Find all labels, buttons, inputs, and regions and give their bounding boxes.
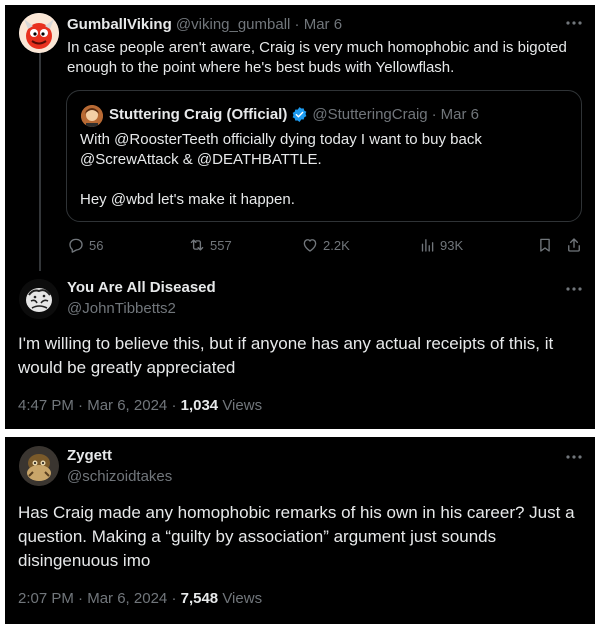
quoted-text: With @RoosterTeeth officially dying toda…	[80, 130, 575, 210]
share-icon	[568, 238, 580, 252]
views-button[interactable]: 93K	[418, 234, 463, 256]
reply-count: 56	[89, 237, 104, 253]
post2-views-count: 7,548	[180, 590, 219, 607]
post-text-line: I'm willing to believe this, but if anyo…	[18, 334, 554, 353]
quoted-avatar-image	[81, 105, 103, 127]
post2-views-label: Views	[222, 590, 263, 607]
post-meta-separator: ·	[78, 397, 84, 414]
post2-time[interactable]: 2:07 PM	[18, 590, 74, 607]
reply-author-name[interactable]: GumballViking	[67, 16, 172, 33]
post2-meta: 2:07 PM · Mar 6, 2024 · 7,548 Views	[18, 590, 262, 607]
quoted-text-spacer	[80, 170, 575, 190]
post-views-label: Views	[222, 397, 263, 414]
like-icon	[303, 239, 317, 252]
quoted-text-line: Hey @wbd let's make it happen.	[80, 191, 295, 208]
post2-text-line: Has Craig made any homophobic remarks of…	[18, 503, 575, 522]
bookmark-button[interactable]	[536, 234, 554, 256]
quoted-author-avatar	[81, 105, 103, 127]
post2-meta-separator: ·	[78, 590, 84, 607]
share-button[interactable]	[565, 234, 583, 256]
reply-icon	[69, 238, 83, 253]
post-text: I'm willing to believe this, but if anyo…	[18, 332, 588, 380]
quoted-author-name: Stuttering Craig (Official)	[109, 106, 288, 123]
post-author-handle[interactable]: @JohnTibbetts2	[67, 300, 176, 317]
reply-button[interactable]: 56	[67, 234, 103, 256]
quoted-author-handle: @StutteringCraig	[312, 106, 428, 123]
quoted-header: Stuttering Craig (Official) @StutteringC…	[109, 106, 479, 123]
bookmark-icon	[540, 238, 550, 252]
gumballviking-avatar[interactable]	[19, 13, 59, 53]
repost-icon	[190, 239, 204, 251]
thread-line	[39, 53, 41, 271]
post-date[interactable]: Mar 6, 2024	[87, 397, 167, 414]
more-icon	[566, 455, 582, 459]
reply-date[interactable]: Mar 6	[304, 16, 342, 33]
post2-text-line: question. Making a “guilty by associatio…	[18, 527, 497, 546]
repost-button[interactable]: 557	[188, 234, 232, 256]
more-icon	[566, 287, 582, 291]
reply-text-line: enough to the point where he's best buds…	[67, 59, 455, 76]
diseased-avatar-image	[19, 279, 59, 319]
thread-panel: GumballViking @viking_gumball · Mar 6 In…	[5, 5, 595, 429]
quoted-text-line: @ScrewAttack & @DEATHBATTLE.	[80, 151, 322, 168]
post-time[interactable]: 4:47 PM	[18, 397, 74, 414]
post2-author-name[interactable]: Zygett	[67, 447, 112, 464]
post2-author-handle[interactable]: @schizoidtakes	[67, 468, 172, 485]
verified-icon	[292, 107, 307, 122]
post-more-button[interactable]	[565, 280, 583, 298]
reply-separator: ·	[294, 16, 300, 33]
reply-text-line: In case people aren't aware, Craig is ve…	[67, 39, 567, 56]
post-text-line: would be greatly appreciated	[18, 358, 236, 377]
post-meta: 4:47 PM · Mar 6, 2024 · 1,034 Views	[18, 397, 262, 414]
post2-text: Has Craig made any homophobic remarks of…	[18, 501, 588, 573]
post-author-name[interactable]: You Are All Diseased	[67, 279, 216, 296]
post2-more-button[interactable]	[565, 448, 583, 466]
reply-text: In case people aren't aware, Craig is ve…	[67, 38, 582, 78]
quoted-separator: ·	[431, 106, 437, 123]
views-icon	[421, 239, 434, 252]
quoted-tweet[interactable]: Stuttering Craig (Official) @StutteringC…	[66, 90, 582, 222]
like-count: 2.2K	[323, 237, 350, 253]
zygett-avatar-image	[19, 446, 59, 486]
repost-count: 557	[210, 237, 232, 253]
post2-text-line: disingenuous imo	[18, 551, 151, 570]
post-meta-separator: ·	[171, 397, 177, 414]
post-views-count: 1,034	[180, 397, 219, 414]
zygett-avatar[interactable]	[19, 446, 59, 486]
post2-date[interactable]: Mar 6, 2024	[87, 590, 167, 607]
views-count: 93K	[440, 237, 464, 253]
like-button[interactable]: 2.2K	[301, 234, 350, 256]
quoted-date: Mar 6	[440, 106, 479, 123]
reply-author-handle[interactable]: @viking_gumball	[176, 16, 290, 33]
gumball-avatar-image	[19, 13, 59, 53]
reply-header: GumballViking @viking_gumball · Mar 6	[67, 16, 342, 33]
post-panel: Zygett @schizoidtakes Has Craig made any…	[5, 437, 595, 624]
diseased-avatar[interactable]	[19, 279, 59, 319]
quoted-text-line: With @RoosterTeeth officially dying toda…	[80, 131, 482, 148]
post2-meta-separator: ·	[171, 590, 177, 607]
reply-more-button[interactable]	[565, 14, 583, 32]
more-icon	[566, 21, 582, 25]
